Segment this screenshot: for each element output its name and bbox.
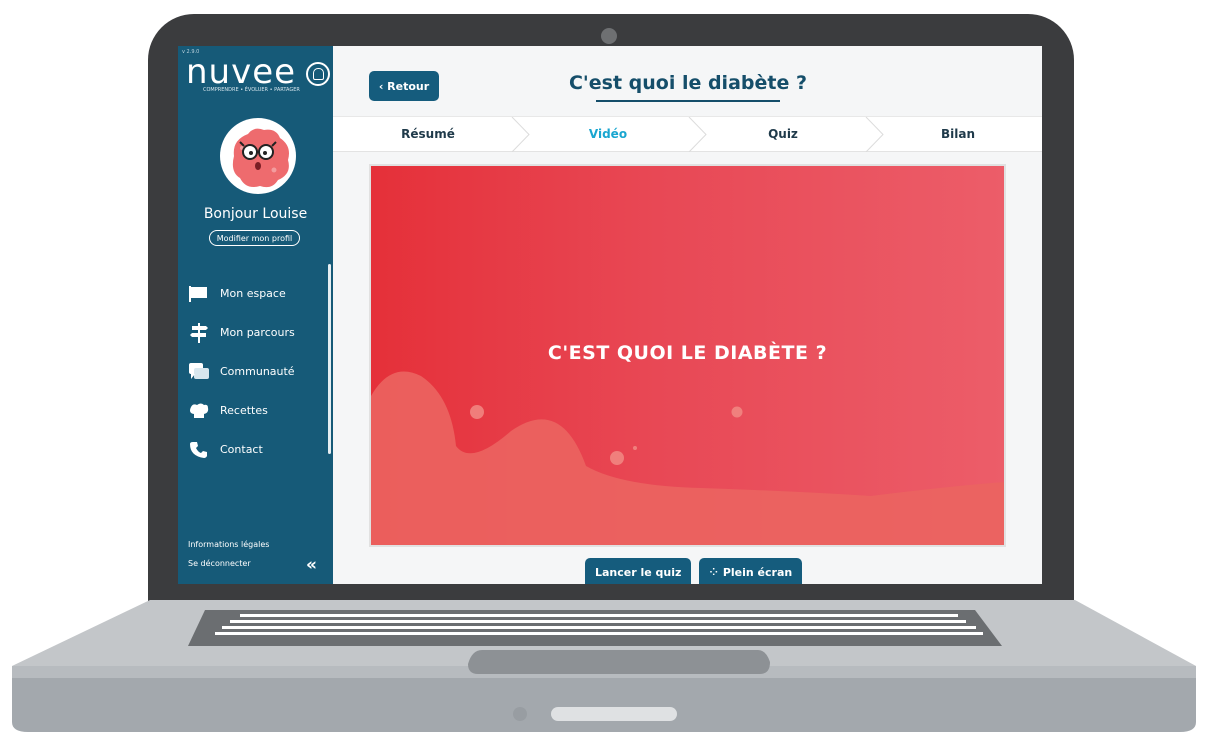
logout-link[interactable]: Se déconnecter: [188, 559, 251, 568]
sidebar-item-label: Communauté: [220, 365, 295, 378]
sidebar-item-label: Mon espace: [220, 287, 286, 300]
flag-icon: [188, 285, 209, 303]
video-actions: Lancer le quiz ⁘ Plein écran: [585, 558, 803, 584]
app-logo[interactable]: nuvee: [186, 52, 331, 92]
step-tabs: Résumé Vidéo Quiz Bilan: [333, 116, 1042, 152]
sidebar-item-mon-parcours[interactable]: Mon parcours: [188, 313, 328, 352]
sidebar-item-contact[interactable]: Contact: [188, 430, 328, 469]
tab-bilan[interactable]: Bilan: [878, 117, 1038, 152]
signpost-icon: [188, 322, 209, 343]
video-title: C'EST QUOI LE DIABÈTE ?: [547, 342, 828, 364]
sidebar-item-label: Recettes: [220, 404, 268, 417]
page-header: ‹ Retour C'est quoi le diabète ?: [333, 46, 1042, 116]
laptop-base: [12, 600, 1196, 732]
avatar[interactable]: [220, 118, 296, 194]
tab-video[interactable]: Vidéo: [533, 117, 683, 152]
fullscreen-label: Plein écran: [722, 565, 793, 579]
tab-resume[interactable]: Résumé: [353, 117, 503, 152]
video-player[interactable]: C'EST QUOI LE DIABÈTE ?: [369, 164, 1006, 547]
tab-separator: [688, 117, 707, 152]
title-underline: [596, 100, 780, 102]
edit-profile-button[interactable]: Modifier mon profil: [209, 230, 300, 246]
sidebar-nav: Mon espace Mon parcours Communauté Recet…: [188, 274, 328, 469]
logo-tagline: COMPRENDRE • ÉVOLUER • PARTAGER: [203, 87, 300, 93]
sidebar-item-label: Mon parcours: [220, 326, 295, 339]
main-content: ‹ Retour C'est quoi le diabète ? Résumé …: [333, 46, 1042, 584]
back-button[interactable]: ‹ Retour: [369, 71, 439, 101]
collapse-sidebar-icon[interactable]: «: [306, 555, 317, 575]
fullscreen-icon: ⁘: [709, 566, 718, 578]
tab-separator: [511, 117, 530, 152]
legal-info-link[interactable]: Informations légales: [188, 540, 269, 549]
greeting: Bonjour Louise: [203, 206, 308, 222]
sidebar-item-communaute[interactable]: Communauté: [188, 352, 328, 391]
chat-icon: [188, 362, 209, 381]
phone-icon: [188, 441, 209, 459]
sidebar-item-recettes[interactable]: Recettes: [188, 391, 328, 430]
sidebar-item-label: Contact: [220, 443, 263, 456]
start-quiz-button[interactable]: Lancer le quiz: [585, 558, 692, 584]
logo-emblem-icon: [306, 62, 330, 86]
sidebar-item-mon-espace[interactable]: Mon espace: [188, 274, 328, 313]
recipe-icon: [188, 402, 209, 420]
fullscreen-button[interactable]: ⁘ Plein écran: [699, 558, 803, 584]
sidebar: v 2.9.0 nuvee COMPRENDRE • ÉVOLUER • PAR…: [178, 46, 333, 584]
page-title: C'est quoi le diabète ?: [568, 72, 807, 94]
webcam: [601, 28, 617, 44]
sidebar-scrollbar[interactable]: [328, 264, 331, 454]
tab-quiz[interactable]: Quiz: [708, 117, 858, 152]
laptop-screen: v 2.9.0 nuvee COMPRENDRE • ÉVOLUER • PAR…: [178, 46, 1042, 584]
